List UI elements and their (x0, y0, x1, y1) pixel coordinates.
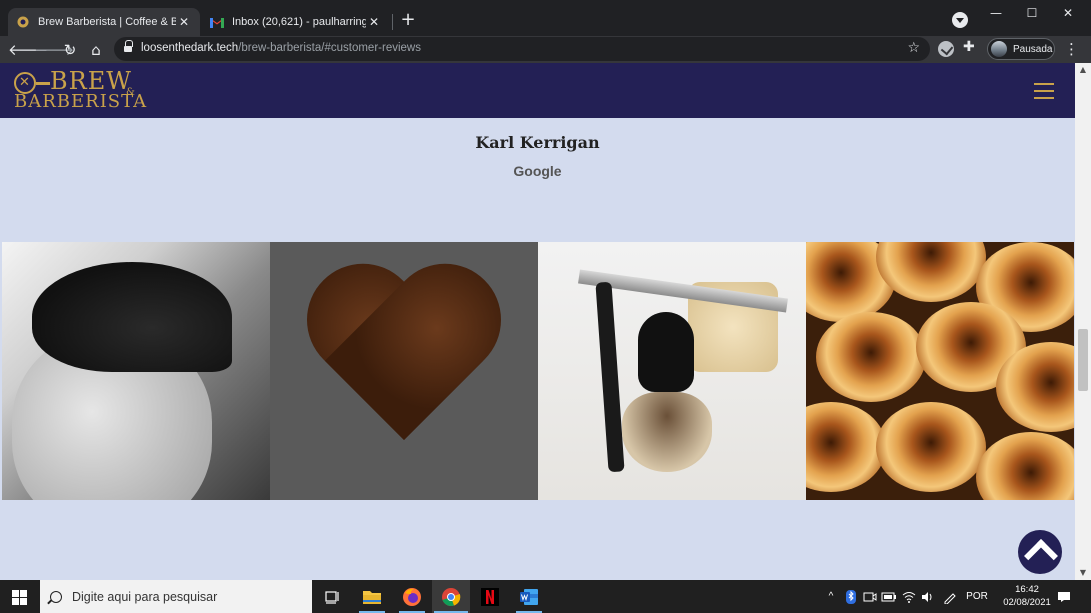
new-tab-button[interactable]: + (398, 10, 418, 30)
chrome-icon[interactable] (432, 580, 470, 613)
bluetooth-icon[interactable] (842, 580, 860, 613)
tab-separator (392, 14, 393, 30)
netflix-icon[interactable] (471, 580, 509, 613)
scroll-down-icon[interactable]: ▼ (1075, 566, 1091, 580)
site-header: BREW & BARBERISTA (0, 63, 1075, 118)
gmail-icon (210, 15, 224, 29)
show-hidden-icons-icon[interactable]: ^ (822, 580, 840, 613)
pen-icon[interactable] (940, 580, 960, 613)
webcam-icon[interactable] (861, 580, 879, 613)
tab-brew-barberista[interactable]: Brew Barberista | Coffee & Barbe ✕ (8, 8, 200, 36)
browser-tab-strip: Brew Barberista | Coffee & Barbe ✕ Inbox… (0, 0, 1091, 36)
search-icon (50, 590, 62, 603)
clock-time: 16:42 (1015, 584, 1039, 595)
tab-close-icon[interactable]: ✕ (366, 15, 382, 29)
address-bar[interactable]: loosenthedark.tech/brew-barberista/#cust… (114, 37, 930, 61)
tab-search-icon[interactable] (952, 12, 968, 28)
tab-title: Brew Barberista | Coffee & Barbe (38, 16, 176, 28)
taskbar-clock[interactable]: 16:42 02/08/2021 (996, 583, 1058, 609)
windows-taskbar: Digite aqui para pesquisar ^ POR 16:42 0… (0, 580, 1091, 613)
maximize-button[interactable]: ☐ (1014, 4, 1050, 22)
image-gallery (2, 242, 1074, 500)
notifications-icon[interactable] (1054, 580, 1074, 613)
lock-icon[interactable] (124, 40, 133, 53)
logo-text-barberista: BARBERISTA (14, 91, 148, 112)
profile-label: Pausada (1013, 43, 1053, 55)
hamburger-menu-icon[interactable] (1034, 83, 1054, 99)
reload-icon[interactable]: ↻ (59, 39, 81, 61)
volume-icon[interactable] (919, 580, 937, 613)
language-indicator[interactable]: POR (964, 580, 990, 613)
search-placeholder: Digite aqui para pesquisar (72, 589, 218, 604)
reviewer-name: Karl Kerrigan (475, 133, 600, 152)
page-scrollbar[interactable]: ▲ ▼ (1075, 63, 1091, 580)
extension-check-icon[interactable] (938, 41, 954, 57)
scroll-up-icon[interactable]: ▲ (1075, 63, 1091, 77)
clock-date: 02/08/2021 (1003, 597, 1051, 608)
forward-icon[interactable]: 🡒 (34, 39, 74, 61)
gallery-image-razor (538, 242, 806, 500)
home-icon[interactable]: ⌂ (85, 39, 107, 61)
url-text[interactable]: loosenthedark.tech/brew-barberista/#cust… (141, 42, 421, 54)
taskbar-search-input[interactable]: Digite aqui para pesquisar (40, 580, 312, 613)
firefox-icon[interactable] (393, 580, 431, 613)
page-viewport: BREW & BARBERISTA Karl Kerrigan Google (0, 63, 1075, 580)
file-explorer-icon[interactable] (353, 580, 391, 613)
site-logo[interactable]: BREW & BARBERISTA (14, 67, 148, 113)
profile-button[interactable]: Pausada (987, 38, 1055, 60)
site-favicon-icon (16, 15, 30, 29)
screen: Brew Barberista | Coffee & Barbe ✕ Inbox… (0, 0, 1091, 613)
tab-close-icon[interactable]: ✕ (176, 15, 192, 29)
windows-start-icon[interactable] (0, 580, 38, 613)
word-icon[interactable] (510, 580, 548, 613)
gallery-image-tarts (806, 242, 1074, 500)
browser-menu-icon[interactable]: ⋮ (1064, 39, 1079, 61)
wifi-icon[interactable] (900, 580, 918, 613)
battery-icon[interactable] (880, 580, 898, 613)
minimize-button[interactable]: — (978, 4, 1014, 22)
close-window-button[interactable]: ✕ (1050, 4, 1086, 22)
back-to-top-button[interactable] (1018, 530, 1062, 574)
tab-title: Inbox (20,621) - paulharrington0 (232, 16, 366, 28)
avatar (991, 41, 1007, 57)
gallery-image-coffee-heart (270, 242, 538, 500)
review-source: Google (513, 163, 562, 179)
tab-gmail-inbox[interactable]: Inbox (20,621) - paulharrington0 ✕ (202, 8, 390, 36)
task-view-icon[interactable] (314, 580, 352, 613)
browser-toolbar: 🡐 🡒 ↻ ⌂ loosenthedark.tech/brew-barberis… (0, 36, 1091, 63)
back-icon[interactable]: 🡐 (8, 39, 48, 61)
scrollbar-thumb[interactable] (1078, 329, 1088, 391)
bookmark-star-icon[interactable]: ☆ (907, 40, 920, 56)
gallery-image-haircut (2, 242, 270, 500)
extensions-puzzle-icon[interactable]: ✚ (963, 39, 981, 59)
